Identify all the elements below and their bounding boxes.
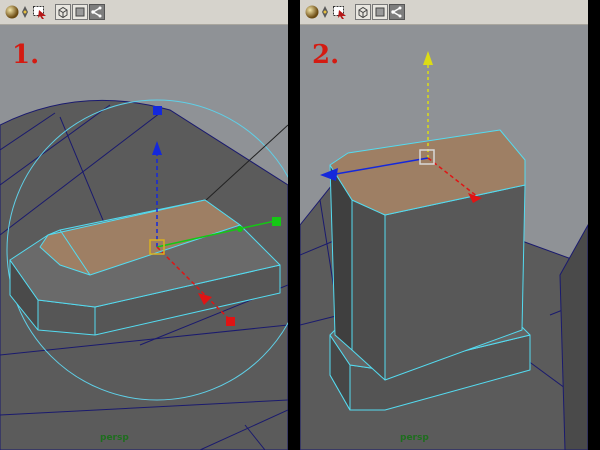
viewport-scene[interactable] — [0, 25, 288, 450]
camera-name-label: persp — [400, 433, 429, 443]
lights-icon[interactable] — [21, 4, 29, 20]
smooth-shade-icon[interactable] — [372, 4, 388, 20]
pillar-mesh — [329, 129, 531, 411]
viewport-panel-2[interactable]: 2. persp — [300, 0, 588, 450]
isolate-select-icon[interactable] — [389, 4, 405, 20]
panel-toolbar — [300, 0, 588, 25]
axis-z-handle — [153, 106, 162, 115]
axis-y-handle — [272, 217, 281, 226]
sphere-shading-icon[interactable] — [4, 4, 20, 20]
viewport-panel-1[interactable]: 1. persp — [0, 0, 288, 450]
pillar-corner-face — [351, 199, 386, 381]
lights-icon[interactable] — [321, 4, 329, 20]
camera-name-label: persp — [100, 433, 129, 443]
viewport-scene[interactable] — [300, 25, 588, 450]
sphere-shading-icon[interactable] — [304, 4, 320, 20]
panel-divider — [288, 0, 300, 450]
selection-mask-icon[interactable] — [32, 4, 48, 20]
axis-x-handle — [226, 317, 235, 326]
step-number-label: 1. — [12, 40, 40, 70]
panel-toolbar — [0, 0, 288, 25]
isolate-select-icon[interactable] — [89, 4, 105, 20]
step-number-label: 2. — [312, 40, 340, 70]
selection-mask-icon[interactable] — [332, 4, 348, 20]
smooth-shade-icon[interactable] — [72, 4, 88, 20]
wireframe-cube-icon[interactable] — [355, 4, 371, 20]
axis-y-arrow — [237, 226, 243, 232]
wireframe-cube-icon[interactable] — [55, 4, 71, 20]
